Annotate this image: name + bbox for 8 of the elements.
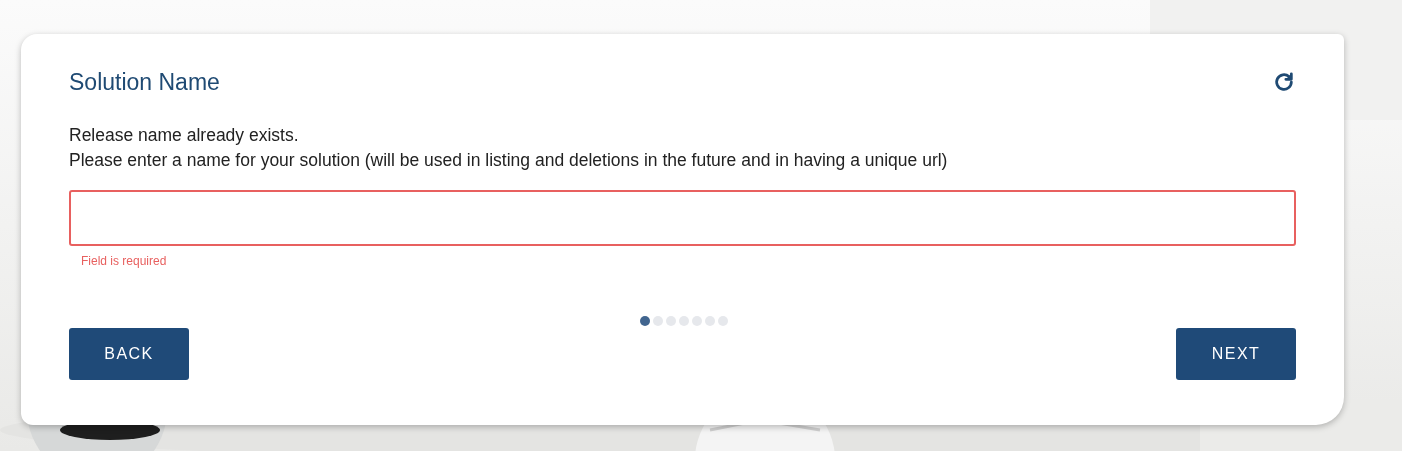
solution-name-field[interactable] bbox=[69, 190, 1296, 246]
dialog-title: Solution Name bbox=[69, 68, 220, 96]
instruction-text: Please enter a name for your solution (will be used in listing and deletions in the future and in having a unique url) bbox=[69, 149, 949, 172]
back-button[interactable]: BACK bbox=[69, 328, 189, 380]
instruction-text: Release name already exists. bbox=[69, 124, 300, 147]
next-button[interactable]: NEXT bbox=[1176, 328, 1296, 380]
error-text: Field is required bbox=[81, 253, 167, 270]
refresh-icon[interactable] bbox=[1273, 71, 1295, 93]
